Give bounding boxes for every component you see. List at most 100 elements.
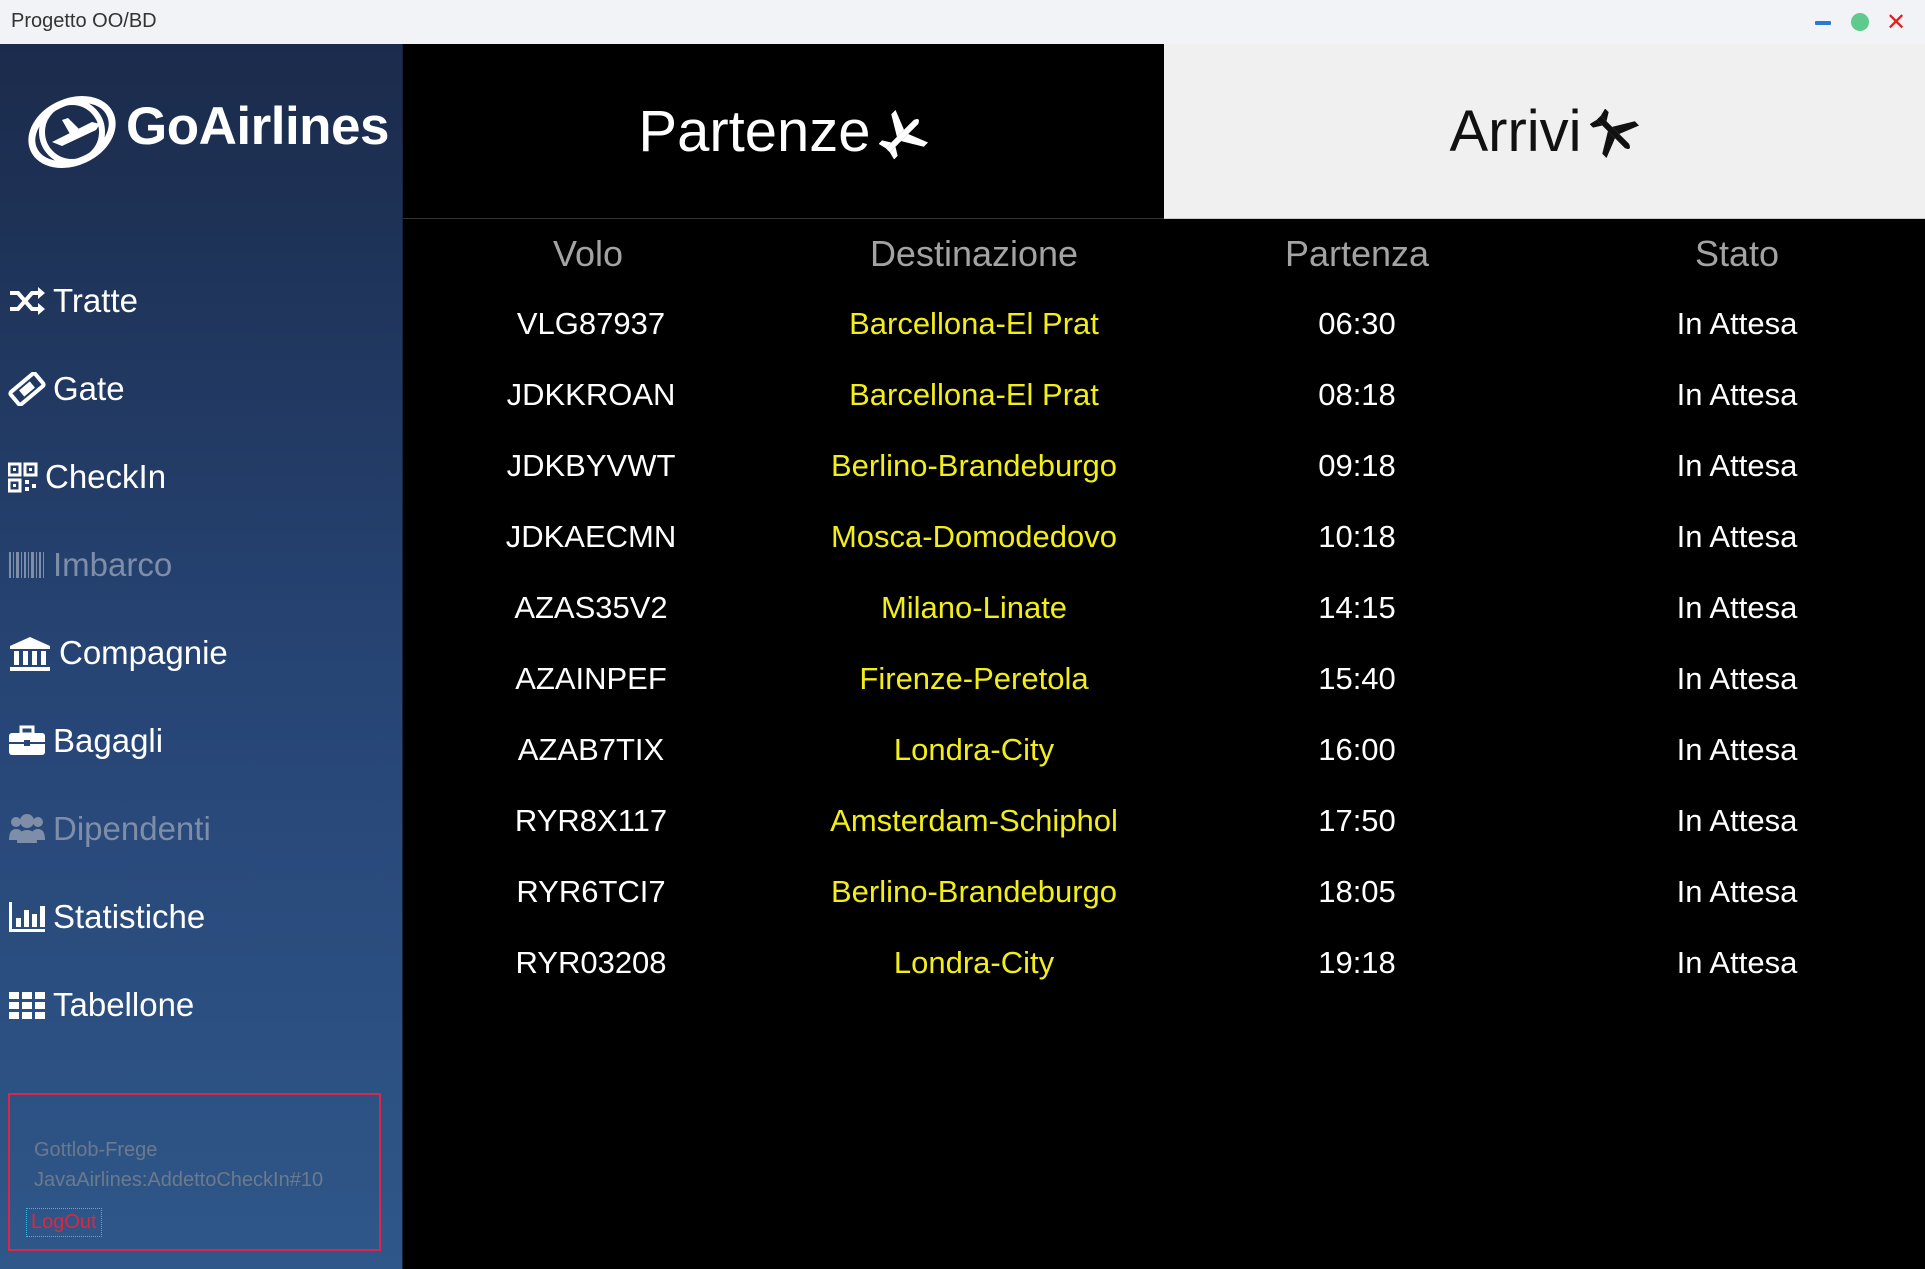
departure-time: 14:15 <box>1318 590 1396 625</box>
close-button[interactable]: ✕ <box>1886 10 1906 34</box>
table-row: AZAB7TIX Londra-City 16:00 In Attesa <box>403 732 1925 792</box>
departure-time: 17:50 <box>1318 803 1396 838</box>
bar-chart-icon <box>8 900 46 934</box>
sidebar-item-label: Statistiche <box>53 898 206 935</box>
logout-button[interactable]: LogOut <box>26 1208 102 1237</box>
tab-arrivi[interactable]: Arrivi <box>1164 44 1925 219</box>
column-header-destinazione: Destinazione <box>869 233 1079 274</box>
destination: Barcellona-El Prat <box>849 377 1099 412</box>
plane-landing-icon <box>1589 106 1640 159</box>
flight-status: In Attesa <box>1676 661 1798 696</box>
sidebar-item-checkin[interactable]: CheckIn <box>8 452 166 502</box>
destination: Londra-City <box>893 945 1055 980</box>
flight-status: In Attesa <box>1676 945 1798 980</box>
destination: Mosca-Domodedovo <box>830 519 1118 554</box>
flight-status: In Attesa <box>1676 874 1798 909</box>
users-icon <box>8 812 46 846</box>
column-header-stato: Stato <box>1694 233 1780 274</box>
column-header-partenza: Partenza <box>1284 233 1430 274</box>
destination: Milano-Linate <box>880 590 1068 625</box>
sidebar-item-label: Tratte <box>53 282 138 319</box>
flight-status: In Attesa <box>1676 519 1798 554</box>
flight-code: RYR03208 <box>515 945 667 980</box>
flight-status: In Attesa <box>1676 448 1798 483</box>
destination: Berlino-Brandeburgo <box>830 874 1118 909</box>
flight-code: JDKAECMN <box>505 519 677 554</box>
flight-code: VLG87937 <box>516 306 666 341</box>
sidebar-item-compagnie[interactable]: Compagnie <box>8 628 228 678</box>
user-panel: Gottlob-Frege JavaAirlines:AddettoCheckI… <box>8 1093 381 1251</box>
barcode-icon <box>8 548 46 582</box>
tab-label: Partenze <box>638 98 871 164</box>
column-header-volo: Volo <box>552 233 624 274</box>
departure-time: 10:18 <box>1318 519 1396 554</box>
sidebar-item-statistiche[interactable]: Statistiche <box>8 892 205 942</box>
title-bar: Progetto OO/BD ✕ <box>0 0 1925 45</box>
sidebar-item-label: CheckIn <box>45 458 167 495</box>
tab-label: Arrivi <box>1449 98 1582 164</box>
departure-time: 09:18 <box>1318 448 1396 483</box>
shuffle-icon <box>8 284 46 318</box>
sidebar-item-bagagli[interactable]: Bagagli <box>8 716 163 766</box>
departure-time: 19:18 <box>1318 945 1396 980</box>
departure-time: 08:18 <box>1318 377 1396 412</box>
sidebar-item-label: Imbarco <box>53 546 173 583</box>
sidebar-item-tabellone[interactable]: Tabellone <box>8 980 194 1030</box>
table-row: RYR6TCI7 Berlino-Brandeburgo 18:05 In At… <box>403 874 1925 934</box>
briefcase-icon <box>8 724 46 758</box>
destination: Amsterdam-Schiphol <box>830 803 1118 838</box>
logo-text: GoAirlines <box>126 97 390 156</box>
flight-status: In Attesa <box>1676 803 1798 838</box>
grid-icon <box>8 988 46 1022</box>
departure-time: 18:05 <box>1318 874 1396 909</box>
flight-code: AZAS35V2 <box>514 590 668 625</box>
sidebar-item-label: Dipendenti <box>53 810 211 847</box>
flight-status: In Attesa <box>1676 732 1798 767</box>
sidebar-item-label: Bagagli <box>53 722 164 759</box>
departure-time: 16:00 <box>1318 732 1396 767</box>
table-row: RYR8X117 Amsterdam-Schiphol 17:50 In Att… <box>403 803 1925 863</box>
sidebar: GoAirlines Tratte Gate CheckIn Imbarco C… <box>0 44 403 1269</box>
flight-code: AZAINPEF <box>515 661 667 696</box>
table-row: VLG87937 Barcellona-El Prat 06:30 In Att… <box>403 306 1925 366</box>
sidebar-item-tratte[interactable]: Tratte <box>8 276 138 326</box>
plane-takeoff-icon <box>878 106 929 160</box>
window-title: Progetto OO/BD <box>11 10 157 32</box>
table-row: AZAINPEF Firenze-Peretola 15:40 In Attes… <box>403 661 1925 721</box>
minimize-button[interactable] <box>1813 12 1833 32</box>
flight-status: In Attesa <box>1676 377 1798 412</box>
flight-code: AZAB7TIX <box>517 732 665 767</box>
destination: Barcellona-El Prat <box>849 306 1099 341</box>
sidebar-item-dipendenti[interactable]: Dipendenti <box>8 804 211 854</box>
flight-code: JDKBYVWT <box>506 448 676 483</box>
ticket-icon <box>8 372 46 406</box>
flight-status: In Attesa <box>1676 306 1798 341</box>
destination: Londra-City <box>893 732 1055 767</box>
flight-status: In Attesa <box>1676 590 1798 625</box>
bank-icon <box>8 636 52 671</box>
table-row: JDKAECMN Mosca-Domodedovo 10:18 In Attes… <box>403 519 1925 579</box>
departure-time: 06:30 <box>1318 306 1396 341</box>
sidebar-item-imbarco[interactable]: Imbarco <box>8 540 172 590</box>
qrcode-icon <box>8 460 38 494</box>
user-name: Gottlob-Frege <box>34 1139 158 1161</box>
destination: Berlino-Brandeburgo <box>830 448 1118 483</box>
sidebar-item-label: Tabellone <box>53 986 195 1023</box>
table-row: AZAS35V2 Milano-Linate 14:15 In Attesa <box>403 590 1925 650</box>
logo: GoAirlines <box>22 84 390 174</box>
table-row: JDKBYVWT Berlino-Brandeburgo 09:18 In At… <box>403 448 1925 508</box>
user-role: JavaAirlines:AddettoCheckIn#10 <box>34 1169 324 1191</box>
departure-time: 15:40 <box>1318 661 1396 696</box>
destination: Firenze-Peretola <box>859 661 1089 696</box>
globe-plane-icon <box>28 96 116 168</box>
tab-partenze[interactable]: Partenze <box>403 44 1164 219</box>
maximize-button[interactable] <box>1850 12 1870 32</box>
flight-code: RYR8X117 <box>514 803 668 838</box>
flight-code: JDKKROAN <box>506 377 676 412</box>
sidebar-item-label: Gate <box>53 370 125 407</box>
flight-code: RYR6TCI7 <box>516 874 666 909</box>
table-row: RYR03208 Londra-City 19:18 In Attesa <box>403 945 1925 1005</box>
table-row: JDKKROAN Barcellona-El Prat 08:18 In Att… <box>403 377 1925 437</box>
sidebar-item-label: Compagnie <box>59 634 228 671</box>
sidebar-item-gate[interactable]: Gate <box>8 364 125 414</box>
